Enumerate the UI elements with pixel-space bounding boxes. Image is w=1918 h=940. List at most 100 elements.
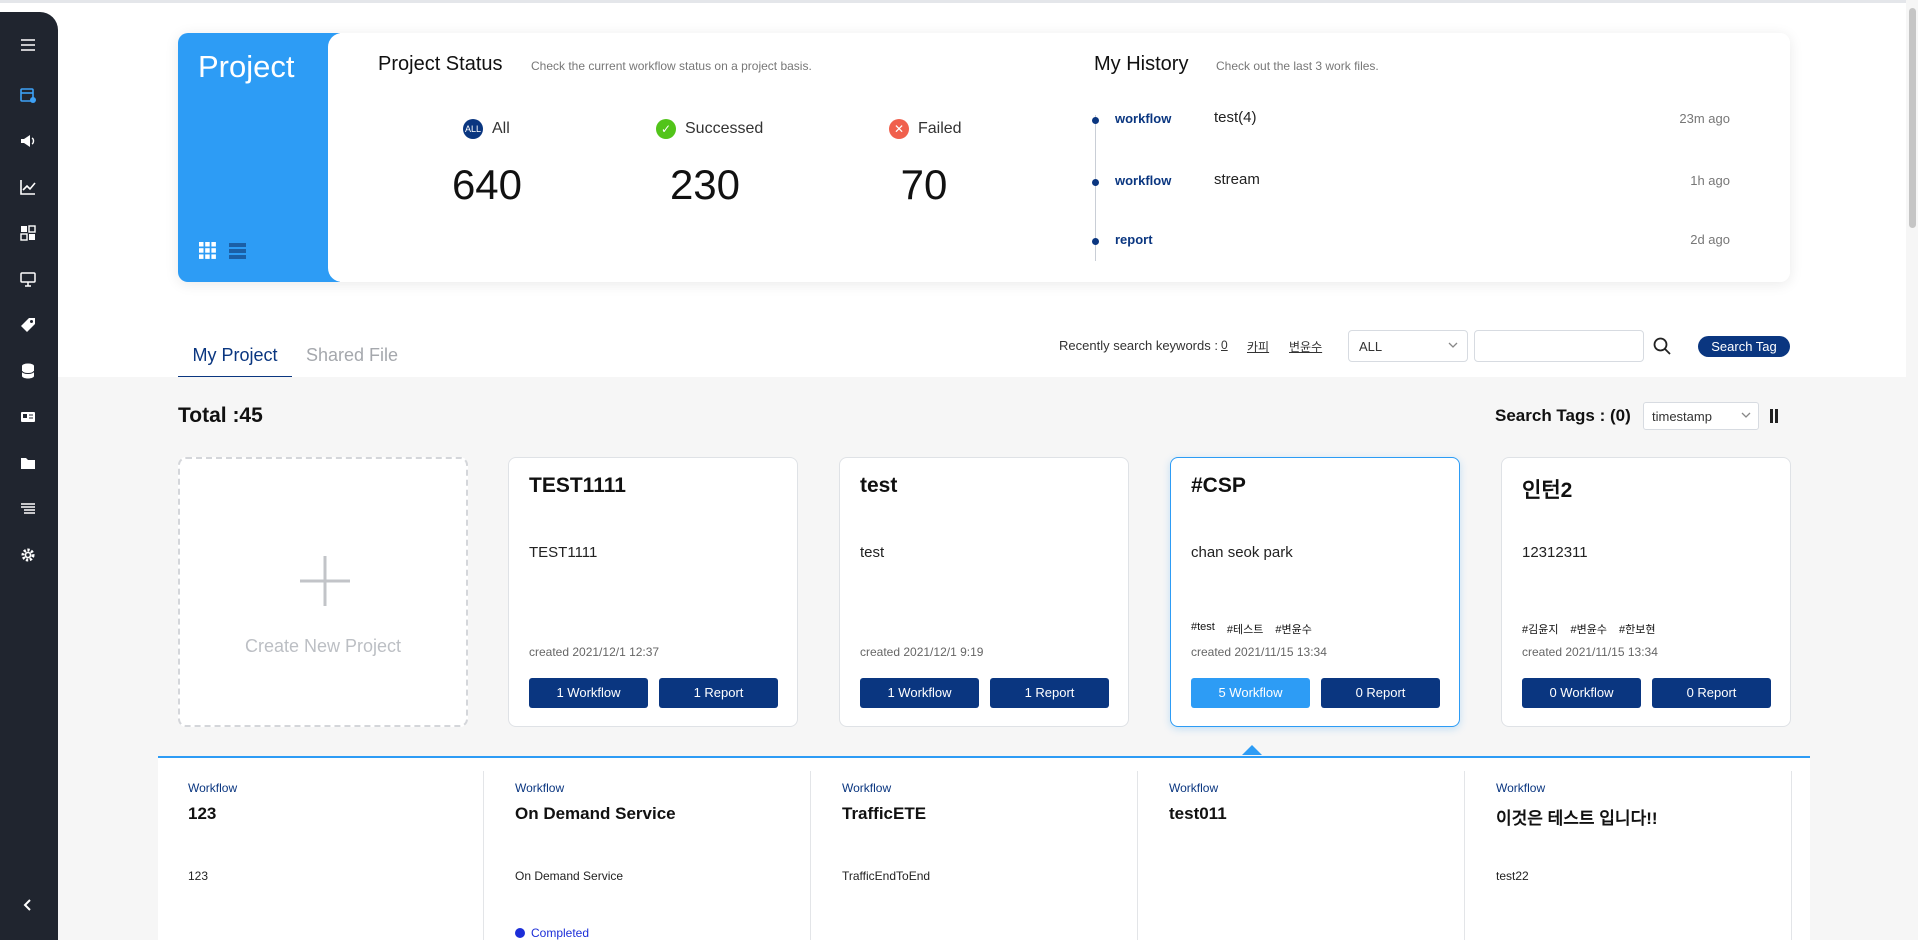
recent-keyword[interactable]: 변윤수 <box>1289 338 1322 355</box>
grid-icon[interactable] <box>17 222 39 244</box>
page-scrollbar[interactable] <box>1906 0 1918 940</box>
project-title: 인턴2 <box>1522 479 1573 502</box>
workflow-detail-panel: Workflow 123 123 Workflow On Demand Serv… <box>158 756 1810 940</box>
stat-success-label[interactable]: ✓ Successed <box>656 119 763 139</box>
workflow-button[interactable]: 1 Workflow <box>860 678 979 708</box>
stat-failed-text: Failed <box>918 120 962 137</box>
workflow-desc: On Demand Service <box>515 869 624 883</box>
megaphone-icon[interactable] <box>17 130 39 152</box>
project-overview-card: Project Project Status Check the current… <box>178 33 1790 282</box>
project-tag[interactable]: #변윤수 <box>1570 621 1606 637</box>
project-tag[interactable]: #테스트 <box>1227 621 1263 637</box>
scrollbar-thumb[interactable] <box>1909 8 1916 228</box>
total-count: Total :45 <box>178 404 263 427</box>
collapse-icon[interactable] <box>17 894 39 916</box>
monitor-icon[interactable] <box>17 268 39 290</box>
project-panel-title: Project <box>198 49 295 84</box>
report-button[interactable]: 0 Report <box>1652 678 1771 708</box>
project-tags: #김윤지 #변윤수 #한보현 <box>1522 621 1655 637</box>
search-icon[interactable] <box>1652 336 1672 356</box>
project-card[interactable]: test test created 2021/12/1 9:19 1 Workf… <box>839 457 1129 727</box>
stat-failed-value: 70 <box>900 161 948 208</box>
workflow-button[interactable]: 1 Workflow <box>529 678 648 708</box>
status-dot-icon <box>515 928 525 938</box>
folder-icon[interactable] <box>17 452 39 474</box>
report-button[interactable]: 0 Report <box>1321 678 1440 708</box>
report-button[interactable]: 1 Report <box>659 678 778 708</box>
workflow-item[interactable]: Workflow 이것은 테스트 입니다!! test22 <box>1466 771 1792 940</box>
project-desc: TEST1111 <box>529 544 598 561</box>
project-card[interactable]: TEST1111 TEST1111 created 2021/12/1 12:3… <box>508 457 798 727</box>
plus-icon <box>300 556 350 606</box>
history-subtitle: Check out the last 3 work files. <box>1216 59 1379 73</box>
recent-keyword[interactable]: 0 <box>1221 338 1228 352</box>
check-icon: ✓ <box>656 119 676 139</box>
workflow-kind: Workflow <box>1496 781 1546 795</box>
report-button[interactable]: 1 Report <box>990 678 1109 708</box>
project-created: created 2021/12/1 9:19 <box>860 645 984 659</box>
search-tag-button[interactable]: Search Tag <box>1698 336 1790 357</box>
history-dot <box>1092 179 1099 186</box>
workflow-item[interactable]: Workflow On Demand Service On Demand Ser… <box>485 771 811 940</box>
project-created: created 2021/11/15 13:34 <box>1191 645 1327 659</box>
workflow-desc: test22 <box>1496 869 1529 883</box>
sort-order-icon[interactable] <box>1770 409 1778 423</box>
project-status-subtitle: Check the current workflow status on a p… <box>531 59 812 73</box>
menu-icon[interactable] <box>17 34 39 56</box>
history-item-name[interactable]: stream <box>1214 171 1260 188</box>
project-tag[interactable]: #변윤수 <box>1275 621 1311 637</box>
project-card-selected[interactable]: #CSP chan seok park #test #테스트 #변윤수 crea… <box>1170 457 1460 727</box>
history-time: 23m ago <box>1679 111 1730 126</box>
create-project-label: Create New Project <box>244 636 402 656</box>
search-input[interactable] <box>1474 330 1644 362</box>
calendar-icon[interactable] <box>17 84 39 106</box>
tab-shared-file[interactable]: Shared File <box>306 345 398 366</box>
project-card[interactable]: 인턴2 12312311 #김윤지 #변윤수 #한보현 created 2021… <box>1501 457 1791 727</box>
tag-icon[interactable] <box>17 314 39 336</box>
workflow-button[interactable]: 0 Workflow <box>1522 678 1641 708</box>
database-icon[interactable] <box>17 360 39 382</box>
project-tag[interactable]: #test <box>1191 621 1215 637</box>
create-project-card[interactable]: Create New Project <box>178 457 468 727</box>
stat-all-text: All <box>492 120 510 137</box>
chart-icon[interactable] <box>17 176 39 198</box>
stat-success-text: Successed <box>685 120 764 137</box>
sort-select[interactable]: timestamp <box>1643 402 1759 430</box>
history-type: report <box>1115 232 1153 247</box>
recent-keywords-label: Recently search keywords : <box>1059 338 1218 353</box>
project-tag[interactable]: #한보현 <box>1619 621 1655 637</box>
history-type: workflow <box>1115 111 1172 126</box>
workflow-item[interactable]: Workflow test011 <box>1139 771 1465 940</box>
grid-view-icon[interactable] <box>199 242 216 259</box>
workflow-item[interactable]: Workflow TrafficETE TrafficEndToEnd <box>812 771 1138 940</box>
project-tag[interactable]: #김윤지 <box>1522 621 1558 637</box>
history-time: 2d ago <box>1690 232 1730 247</box>
tab-my-project[interactable]: My Project <box>178 345 292 379</box>
list-icon[interactable] <box>17 498 39 520</box>
stat-all-value: 640 <box>451 161 523 208</box>
chevron-down-icon <box>1741 412 1751 418</box>
x-icon: ✕ <box>889 119 909 139</box>
project-title: TEST1111 <box>529 474 626 497</box>
history-title: My History <box>1094 53 1189 75</box>
search-filter-select[interactable]: ALL <box>1348 330 1468 362</box>
search-filter-value: ALL <box>1359 339 1383 354</box>
selected-card-pointer <box>1242 745 1262 755</box>
project-desc: chan seok park <box>1191 544 1293 561</box>
stat-all-label[interactable]: ALL All <box>463 119 510 139</box>
recent-keyword[interactable]: 카피 <box>1247 338 1269 355</box>
list-view-icon[interactable] <box>229 242 246 259</box>
workflow-button[interactable]: 5 Workflow <box>1191 678 1310 708</box>
card-icon[interactable] <box>17 406 39 428</box>
project-title: test <box>860 474 898 497</box>
workflow-item[interactable]: Workflow 123 123 <box>158 771 484 940</box>
workflow-title: 이것은 테스트 입니다!! <box>1496 809 1658 828</box>
history-time: 1h ago <box>1690 173 1730 188</box>
chevron-down-icon <box>1448 342 1458 348</box>
project-desc: test <box>860 544 885 561</box>
history-item-name[interactable]: test(4) <box>1214 109 1257 126</box>
gear-icon[interactable] <box>17 544 39 566</box>
workflow-kind: Workflow <box>188 781 238 795</box>
project-panel: Project <box>178 33 340 282</box>
stat-failed-label[interactable]: ✕ Failed <box>889 119 962 139</box>
